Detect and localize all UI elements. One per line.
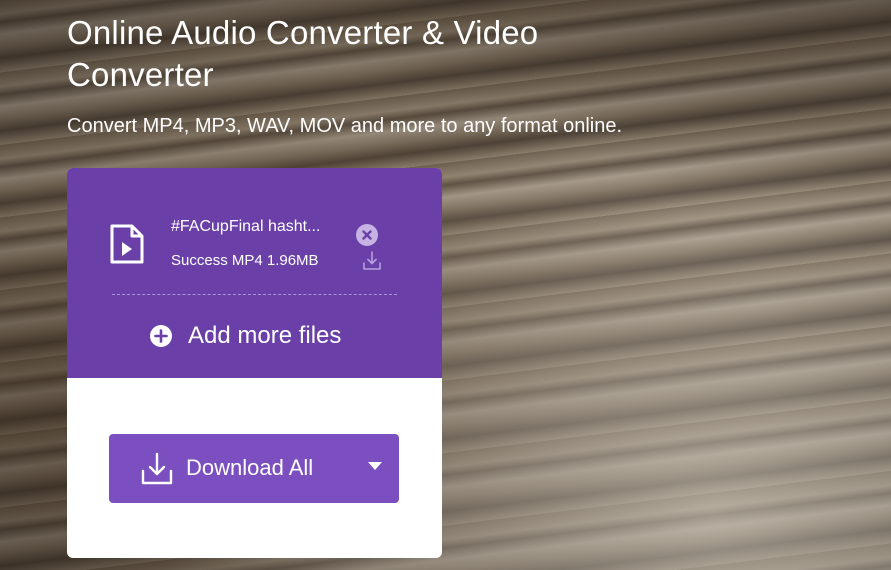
- page-subtitle: Convert MP4, MP3, WAV, MOV and more to a…: [67, 115, 623, 137]
- video-file-icon: [110, 224, 144, 264]
- add-more-files-button[interactable]: Add more files: [150, 318, 341, 354]
- download-all-label: Download All: [186, 455, 314, 480]
- download-file-icon[interactable]: [361, 250, 383, 272]
- chevron-down-icon[interactable]: [367, 461, 383, 471]
- download-all-button[interactable]: Download All: [109, 434, 399, 503]
- download-icon: [141, 452, 173, 485]
- add-more-files-label: Add more files: [188, 322, 342, 349]
- divider: [112, 294, 397, 295]
- file-status: Success MP4 1.96MB: [171, 252, 319, 269]
- file-name: #FACupFinal hasht...: [171, 218, 321, 235]
- page-title: Online Audio Converter & Video Converter: [67, 14, 539, 93]
- converter-card: #FACupFinal hasht... Success MP4 1.96MB …: [67, 168, 442, 558]
- plus-circle-icon: [150, 325, 172, 347]
- file-list-panel: #FACupFinal hasht... Success MP4 1.96MB …: [67, 168, 442, 378]
- file-item: #FACupFinal hasht... Success MP4 1.96MB: [67, 168, 442, 288]
- close-icon: [362, 230, 372, 240]
- remove-file-button[interactable]: [356, 224, 378, 246]
